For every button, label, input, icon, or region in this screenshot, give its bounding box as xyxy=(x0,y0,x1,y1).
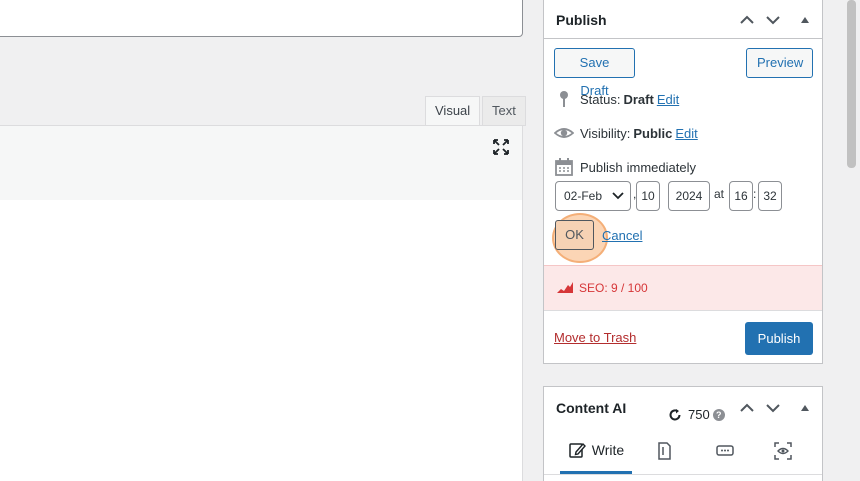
visibility-label: Visibility: xyxy=(580,125,631,141)
content-ai-tabs: Write xyxy=(544,428,822,475)
post-title-input[interactable] xyxy=(0,0,523,37)
pen-icon xyxy=(569,442,586,458)
publish-schedule-value: immediately xyxy=(626,159,696,175)
time-colon: : xyxy=(753,187,757,201)
help-icon[interactable]: ? xyxy=(712,408,725,421)
minute-input[interactable]: 32 xyxy=(758,181,782,211)
save-draft-button[interactable]: Save Draft xyxy=(554,48,635,98)
content-ai-header: Content AI 750 ? xyxy=(544,387,822,427)
status-value: Draft xyxy=(623,91,654,107)
cancel-link[interactable]: Cancel xyxy=(602,228,642,243)
credits-value: 750 xyxy=(688,407,710,422)
collapse-toggle-icon[interactable] xyxy=(796,11,814,29)
publish-button[interactable]: Publish xyxy=(745,322,813,355)
month-value: 02-Feb xyxy=(564,189,603,203)
seo-score: SEO: 9 / 100 xyxy=(579,281,648,295)
visibility-edit-link[interactable]: Edit xyxy=(675,126,697,141)
month-select[interactable]: 02-Feb xyxy=(555,181,631,211)
content-ai-box: Content AI 750 ? Write xyxy=(543,386,823,481)
status-row: Status: Draft Edit xyxy=(554,89,679,109)
eye-icon xyxy=(554,128,574,138)
day-input[interactable]: 10 xyxy=(636,181,660,211)
fullscreen-icon[interactable] xyxy=(491,137,511,157)
tab-text[interactable]: Text xyxy=(482,96,526,126)
preview-button[interactable]: Preview xyxy=(746,48,813,78)
ok-button[interactable]: OK xyxy=(555,220,594,250)
tab-document[interactable] xyxy=(654,428,674,474)
content-ai-title: Content AI xyxy=(556,400,627,416)
publish-box-title: Publish xyxy=(556,12,607,28)
chat-icon xyxy=(716,445,734,456)
page-scrollbar[interactable] xyxy=(843,0,860,481)
publish-schedule-label: Publish xyxy=(580,159,623,175)
chevron-down-icon xyxy=(612,192,624,200)
year-input[interactable]: 2024 xyxy=(668,181,710,211)
editor-toolbar xyxy=(0,125,523,201)
visibility-value: Public xyxy=(633,125,673,141)
date-at: at xyxy=(714,187,725,201)
tab-write[interactable]: Write xyxy=(560,428,632,474)
move-down-icon[interactable] xyxy=(764,399,782,417)
hour-input[interactable]: 16 xyxy=(729,181,753,211)
move-up-icon[interactable] xyxy=(738,11,756,29)
pin-icon xyxy=(560,91,568,107)
move-up-icon[interactable] xyxy=(738,399,756,417)
status-edit-link[interactable]: Edit xyxy=(657,92,679,107)
collapse-toggle-icon[interactable] xyxy=(796,399,814,417)
tab-scan[interactable] xyxy=(772,428,794,474)
document-icon xyxy=(658,442,671,460)
tab-chat[interactable] xyxy=(714,428,736,474)
move-to-trash-link[interactable]: Move to Trash xyxy=(554,330,636,345)
scrollbar-thumb[interactable] xyxy=(847,0,856,168)
move-down-icon[interactable] xyxy=(764,11,782,29)
visibility-row: Visibility: Public Edit xyxy=(554,123,698,143)
editor-content-area[interactable] xyxy=(0,200,523,481)
publish-box-header: Publish xyxy=(544,0,822,39)
rank-math-icon xyxy=(557,282,573,293)
credits-counter: 750 ? xyxy=(668,407,725,422)
calendar-icon xyxy=(555,158,573,176)
status-label: Status: xyxy=(580,91,621,107)
publish-schedule-row: Publish immediately xyxy=(554,157,699,177)
eye-scan-icon xyxy=(774,442,792,460)
tab-write-label: Write xyxy=(591,441,625,458)
publish-box: Publish Save Draft Preview Status: Draft… xyxy=(543,0,823,364)
refresh-icon[interactable] xyxy=(668,408,682,422)
seo-score-row[interactable]: SEO: 9 / 100 xyxy=(544,265,822,311)
tab-visual[interactable]: Visual xyxy=(425,96,481,126)
